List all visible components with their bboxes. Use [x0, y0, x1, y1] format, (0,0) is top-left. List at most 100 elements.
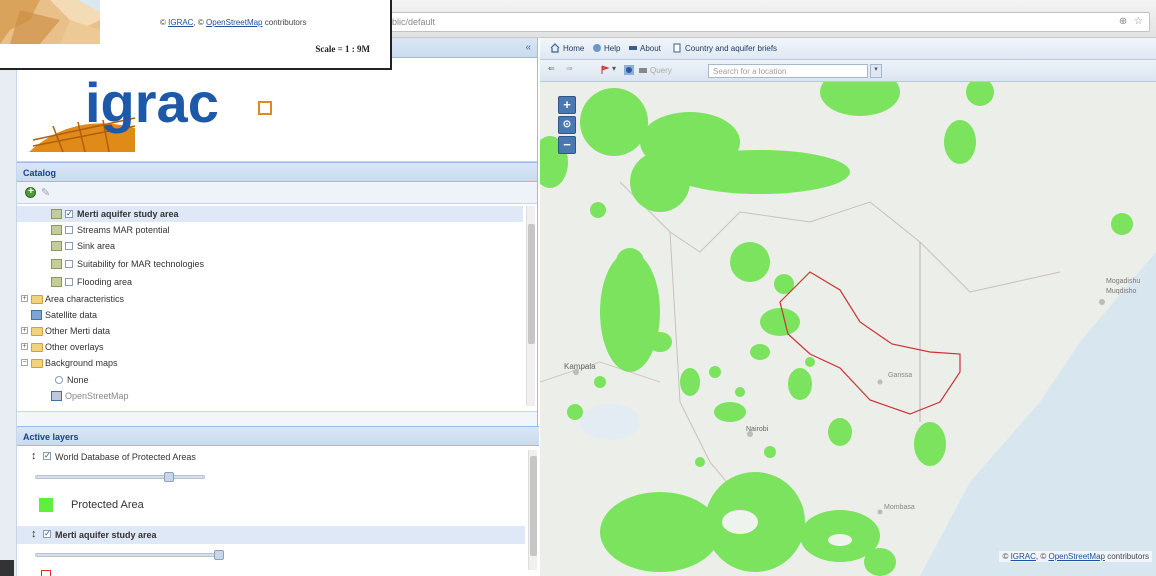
tree-folder-label: Satellite data [45, 310, 98, 320]
opacity-slider-protected[interactable] [35, 472, 205, 482]
layer-checkbox[interactable] [65, 242, 73, 250]
folder-icon [31, 295, 43, 304]
drag-handle-icon[interactable]: ↕ [31, 450, 37, 462]
inset-scale-label: Scale = 1 : 9M [315, 44, 370, 54]
slider-knob[interactable] [214, 550, 224, 560]
tree-folder-label: Other Merti data [45, 326, 111, 336]
zoom-out-button[interactable]: − [558, 136, 576, 154]
city-label-mogadishu: Mogadishu [1106, 278, 1141, 285]
inset-igrac-link[interactable]: IGRAC [168, 18, 193, 27]
document-icon [673, 43, 681, 53]
folder-icon [31, 343, 43, 352]
pencil-icon[interactable]: ✎ [41, 186, 50, 199]
tree-item-label: OpenStreetMap [65, 391, 129, 401]
city-label-garissa: Garissa [888, 372, 913, 379]
home-icon [550, 43, 560, 53]
tree-item-merti-aquifer[interactable]: ✓ Merti aquifer study area [17, 206, 523, 222]
active-layer-merti[interactable]: ↕ ✓ Merti aquifer study area [17, 526, 525, 544]
expand-icon[interactable]: + [21, 295, 28, 302]
map-tool-toolbar: ⇐ ⇒ ▾ Query Search for a location ▾ [540, 60, 1156, 82]
west-panel: « igrac Catalog ✎ ✓ Merti aquifer study … [16, 38, 539, 576]
about-icon [629, 46, 637, 50]
map-icon [51, 391, 62, 401]
igrac-link[interactable]: IGRAC [1011, 552, 1036, 561]
scroll-thumb[interactable] [528, 224, 535, 344]
layer-visibility-checkbox[interactable]: ✓ [43, 452, 51, 460]
tree-item-flooding[interactable]: Flooding area [17, 274, 523, 290]
map-layers [540, 82, 1156, 576]
opacity-slider-merti[interactable] [35, 550, 224, 560]
layer-checkbox[interactable] [65, 260, 73, 268]
drag-handle-icon[interactable]: ↕ [31, 528, 37, 540]
map-panel: Home Help About Country and aquifer brie… [540, 38, 1156, 576]
layer-checkbox[interactable]: ✓ [65, 210, 73, 218]
map-canvas[interactable]: Kampala Nairobi Mogadishu Muqdisho Garis… [540, 82, 1156, 576]
address-bar[interactable]: ublic/default ⊕ ☆ [380, 12, 1150, 32]
background-radio[interactable] [55, 376, 63, 384]
pan-back-icon[interactable]: ⇐ [548, 64, 555, 73]
active-layer-label: Merti aquifer study area [55, 530, 157, 540]
layer-checkbox[interactable] [65, 226, 73, 234]
help-button[interactable]: Help [604, 44, 620, 53]
layer-icon [51, 209, 62, 219]
expand-icon[interactable]: + [21, 343, 28, 350]
zoom-in-button[interactable]: + [558, 96, 576, 114]
layer-visibility-checkbox[interactable]: ✓ [43, 530, 51, 538]
location-search-input[interactable]: Search for a location [708, 64, 868, 78]
collapse-west-icon[interactable]: « [525, 42, 531, 53]
scroll-thumb[interactable] [530, 456, 537, 556]
indian-ocean [920, 252, 1156, 576]
active-layers-header: Active layers [17, 426, 539, 446]
tree-folder-other-merti[interactable]: + Other Merti data [17, 323, 523, 339]
tree-folder-other-overlays[interactable]: + Other overlays [17, 339, 523, 355]
tree-folder-area-characteristics[interactable]: + Area characteristics [17, 291, 523, 307]
window-corner [0, 560, 14, 576]
info-icon[interactable] [624, 65, 634, 75]
inset-attribution: © IGRAC, © OpenStreetMap contributors [160, 18, 307, 27]
igrac-logo: igrac [29, 71, 272, 153]
layer-checkbox[interactable] [65, 278, 73, 286]
query-label[interactable]: Query [650, 66, 672, 75]
address-tools-icon[interactable]: ⊕ ☆ [1119, 16, 1145, 27]
tree-item-streams[interactable]: Streams MAR potential [17, 222, 523, 238]
country-briefs-button[interactable]: Country and aquifer briefs [685, 44, 777, 53]
search-dropdown-icon[interactable]: ▾ [870, 64, 882, 78]
tree-item-satellite[interactable]: Satellite data [17, 307, 523, 323]
slider-knob[interactable] [164, 472, 174, 482]
flag-icon[interactable] [600, 65, 610, 75]
protected-area-swatch [39, 498, 53, 512]
inset-osm-link[interactable]: OpenStreetMap [206, 18, 262, 27]
collapse-icon[interactable]: − [21, 359, 28, 366]
home-button[interactable]: Home [563, 44, 584, 53]
active-layers-list: ↕ ✓ World Database of Protected Areas Pr… [17, 446, 539, 576]
tree-folder-label: Area characteristics [45, 294, 125, 304]
active-layers-scrollbar[interactable] [528, 450, 537, 570]
tree-item-suitability[interactable]: Suitability for MAR technologies [17, 256, 523, 272]
add-layer-icon[interactable] [25, 186, 36, 198]
inset-attrib-prefix: © [160, 18, 169, 27]
attrib-suffix: contributors [1104, 552, 1149, 561]
tree-item-label: Streams MAR potential [77, 225, 170, 235]
active-layer-protected-areas[interactable]: ↕ ✓ World Database of Protected Areas [17, 448, 525, 466]
logo-text: igrac [85, 71, 219, 134]
inset-map-thumbnail [0, 0, 100, 44]
tree-item-label: Merti aquifer study area [77, 209, 179, 219]
layer-icon [51, 225, 62, 235]
tree-folder-background-maps[interactable]: − Background maps [17, 355, 523, 371]
tree-item-label: Sink area [77, 241, 116, 251]
about-button[interactable]: About [640, 44, 661, 53]
expand-icon[interactable]: + [21, 327, 28, 334]
pan-forward-icon[interactable]: ⇒ [566, 64, 573, 73]
attrib-prefix: © [1002, 552, 1011, 561]
print-icon[interactable] [638, 65, 648, 75]
tree-item-sink-area[interactable]: Sink area [17, 238, 523, 254]
map-top-toolbar: Home Help About Country and aquifer brie… [540, 38, 1156, 60]
tree-item-osm[interactable]: OpenStreetMap [17, 388, 523, 404]
zoom-extent-button[interactable]: ⊙ [558, 116, 576, 134]
active-layers-panel: Active layers ↕ ✓ World Database of Prot… [17, 426, 539, 576]
osm-link[interactable]: OpenStreetMap [1048, 552, 1104, 561]
flag-dropdown-icon[interactable]: ▾ [612, 64, 616, 73]
catalog-scrollbar[interactable] [526, 206, 535, 406]
logo-area: igrac [17, 58, 537, 162]
tree-item-none[interactable]: None [17, 372, 523, 388]
